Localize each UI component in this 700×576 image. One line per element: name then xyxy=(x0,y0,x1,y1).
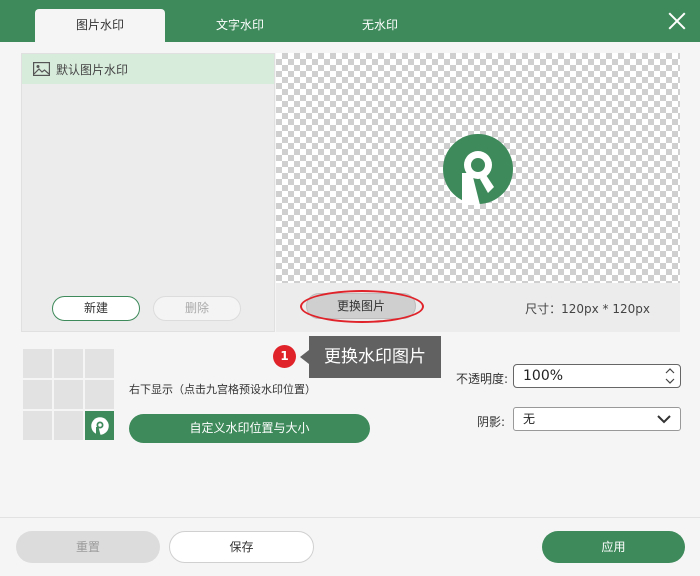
step-badge: 1 xyxy=(273,345,296,368)
delete-button: 删除 xyxy=(153,296,241,321)
grid-cell-top-left[interactable] xyxy=(23,349,52,378)
shadow-value: 无 xyxy=(523,412,536,426)
opacity-stepper[interactable]: 100% xyxy=(513,364,681,388)
grid-cell-bottom-center[interactable] xyxy=(54,411,83,440)
header-bar: 图片水印 文字水印 无水印 xyxy=(0,0,700,42)
list-item-default-image-watermark[interactable]: 默认图片水印 xyxy=(22,54,274,84)
tab-image-watermark[interactable]: 图片水印 xyxy=(35,9,165,42)
grid-cell-middle-right[interactable] xyxy=(85,380,114,409)
new-button[interactable]: 新建 xyxy=(52,296,140,321)
watermark-logo-icon xyxy=(443,134,513,205)
reset-button: 重置 xyxy=(16,531,160,563)
highlight-ellipse xyxy=(300,290,424,323)
close-icon[interactable] xyxy=(666,10,688,32)
watermark-list-panel: 默认图片水印 新建 删除 xyxy=(21,53,275,332)
grid-cell-top-right[interactable] xyxy=(85,349,114,378)
size-readout: 尺寸：120px * 120px xyxy=(525,302,650,316)
grid-cell-center[interactable] xyxy=(54,380,83,409)
grid-cell-bottom-left[interactable] xyxy=(23,411,52,440)
shadow-select[interactable]: 无 xyxy=(513,407,681,431)
footer-divider xyxy=(0,517,700,518)
tab-no-watermark[interactable]: 无水印 xyxy=(315,9,445,42)
grid-cell-bottom-right[interactable] xyxy=(85,411,114,440)
callout-tooltip: 更换水印图片 xyxy=(300,336,441,378)
custom-position-button[interactable]: 自定义水印位置与大小 xyxy=(129,414,370,443)
shadow-label: 阴影: xyxy=(477,415,506,429)
grid-cell-top-center[interactable] xyxy=(54,349,83,378)
preview-toolbar: 更换图片 尺寸：120px * 120px xyxy=(276,283,680,332)
grid-cell-middle-left[interactable] xyxy=(23,380,52,409)
save-button[interactable]: 保存 xyxy=(169,531,314,563)
image-icon xyxy=(33,62,50,76)
watermark-preview xyxy=(276,53,680,283)
spinner-icon[interactable] xyxy=(665,367,675,385)
tab-text-watermark[interactable]: 文字水印 xyxy=(175,9,305,42)
apply-button[interactable]: 应用 xyxy=(542,531,685,563)
position-grid xyxy=(23,349,115,441)
list-item-label: 默认图片水印 xyxy=(56,62,129,77)
opacity-value: 100% xyxy=(523,368,564,384)
opacity-label: 不透明度: xyxy=(456,372,509,386)
position-description: 右下显示（点击九宫格预设水印位置） xyxy=(129,383,316,396)
watermark-logo-icon xyxy=(90,416,109,435)
chevron-down-icon xyxy=(657,415,671,424)
